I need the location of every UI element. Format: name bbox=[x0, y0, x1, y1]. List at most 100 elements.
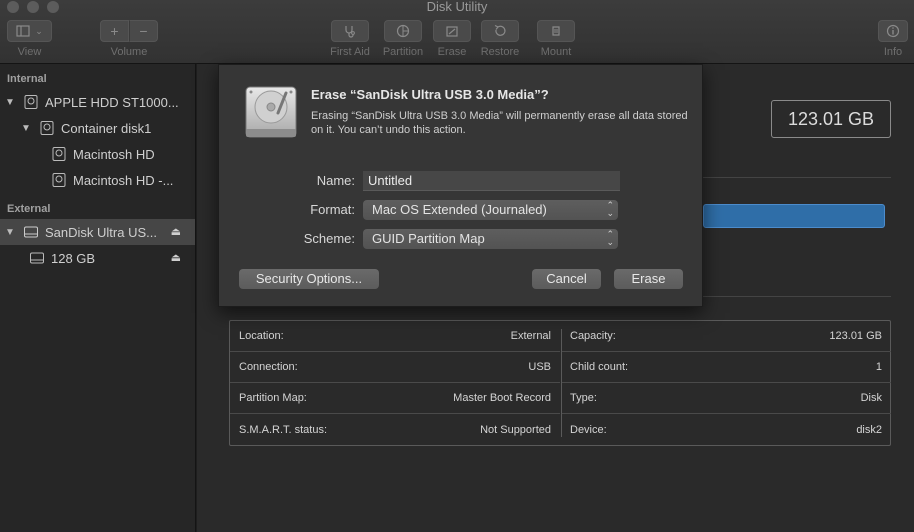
mount-label: Mount bbox=[540, 46, 572, 58]
sidebar-item-label: 128 GB bbox=[51, 250, 96, 266]
scheme-popup[interactable]: GUID Partition Map ⌃ ⌄ bbox=[363, 229, 618, 249]
sidebar-item-128gb[interactable]: 128 GB ⏏ bbox=[0, 245, 195, 271]
scheme-label: Scheme: bbox=[303, 231, 355, 246]
eraser-icon bbox=[446, 26, 458, 37]
restore-arrow-icon bbox=[494, 24, 506, 36]
toolbar: Disk Utility ⌄ View + − Volume First Aid bbox=[0, 0, 914, 64]
info-row-location: Location: External bbox=[230, 321, 560, 352]
info-label: Child count: bbox=[570, 361, 629, 373]
restore-label: Restore bbox=[480, 46, 520, 58]
view-group: ⌄ View bbox=[7, 20, 52, 58]
partition-button[interactable] bbox=[384, 20, 422, 42]
restore-button[interactable] bbox=[481, 20, 519, 42]
format-label: Format: bbox=[310, 202, 355, 217]
volume-icon bbox=[52, 173, 66, 187]
sidebar-item-container-disk1[interactable]: ▼ Container disk1 bbox=[0, 115, 195, 141]
erase-button[interactable]: Erase bbox=[614, 269, 683, 289]
updown-chevron-icon: ⌃ ⌄ bbox=[606, 229, 614, 247]
erase-toolbar-button[interactable] bbox=[433, 20, 471, 42]
name-label: Name: bbox=[316, 173, 355, 188]
sidebar-item-label: Container disk1 bbox=[61, 120, 152, 136]
volume-icon bbox=[52, 147, 66, 161]
capacity-display: 123.01 GB bbox=[771, 100, 891, 138]
info-row-type: Type: Disk bbox=[561, 383, 891, 414]
column-divider bbox=[561, 329, 562, 437]
info-row-child-count: Child count: 1 bbox=[561, 352, 891, 383]
mount-button[interactable] bbox=[537, 20, 575, 42]
info-label: Partition Map: bbox=[239, 392, 307, 404]
info-value: USB bbox=[528, 361, 551, 373]
sidebar-item-sandisk[interactable]: ▼ SanDisk Ultra US... ⏏ bbox=[0, 219, 195, 245]
info-label: Capacity: bbox=[570, 330, 616, 342]
eject-icon[interactable]: ⏏ bbox=[171, 225, 181, 238]
info-label: Location: bbox=[239, 330, 284, 342]
chevron-down-icon: ⌄ bbox=[35, 25, 43, 36]
mount-group: Mount bbox=[534, 20, 578, 58]
dialog-message: Erasing “SanDisk Ultra USB 3.0 Media” wi… bbox=[311, 110, 688, 136]
view-label: View bbox=[17, 46, 42, 58]
mount-icon bbox=[552, 26, 560, 36]
erase-group: Erase bbox=[432, 20, 472, 58]
security-options-button[interactable]: Security Options... bbox=[239, 269, 379, 289]
sidebar-item-label: Macintosh HD bbox=[73, 146, 155, 162]
view-button[interactable]: ⌄ bbox=[7, 20, 52, 42]
info-column-right: Capacity: 123.01 GB Child count: 1 Type:… bbox=[561, 321, 891, 445]
info-button[interactable] bbox=[878, 20, 908, 42]
info-label: Type: bbox=[570, 392, 597, 404]
info-label: Info bbox=[883, 46, 903, 58]
info-row-smart-status: S.M.A.R.T. status: Not Supported bbox=[230, 414, 560, 445]
info-row-capacity: Capacity: 123.01 GB bbox=[561, 321, 891, 352]
window-title: Disk Utility bbox=[426, 0, 488, 14]
format-popup[interactable]: Mac OS Extended (Journaled) ⌃ ⌄ bbox=[363, 200, 618, 220]
info-value: Disk bbox=[860, 392, 882, 404]
volume-group: + − Volume bbox=[100, 20, 158, 58]
info-value: 1 bbox=[875, 361, 882, 373]
sidebar-item-label: SanDisk Ultra US... bbox=[45, 224, 157, 240]
external-drive-icon bbox=[30, 252, 44, 264]
info-icon bbox=[886, 24, 900, 38]
scheme-value: GUID Partition Map bbox=[372, 231, 485, 246]
disclosure-triangle-icon[interactable]: ▼ bbox=[5, 227, 15, 238]
format-value: Mac OS Extended (Journaled) bbox=[372, 202, 547, 217]
info-value: Master Boot Record bbox=[453, 392, 551, 404]
partition-label: Partition bbox=[382, 46, 424, 58]
usage-bar bbox=[703, 204, 885, 228]
info-group: Info bbox=[876, 20, 910, 58]
info-value: External bbox=[510, 330, 551, 342]
restore-group: Restore bbox=[478, 20, 522, 58]
sidebar-item-apple-hdd[interactable]: ▼ APPLE HDD ST1000... bbox=[0, 89, 195, 115]
remove-volume-button[interactable]: − bbox=[129, 20, 158, 42]
first-aid-group: First Aid bbox=[326, 20, 374, 58]
info-row-connection: Connection: USB bbox=[230, 352, 560, 383]
first-aid-button[interactable] bbox=[331, 20, 369, 42]
stethoscope-icon bbox=[345, 26, 355, 38]
erase-label: Erase bbox=[437, 46, 467, 58]
info-label: Connection: bbox=[239, 361, 298, 373]
hard-drive-icon bbox=[40, 121, 54, 135]
info-label: S.M.A.R.T. status: bbox=[239, 423, 328, 436]
dialog-title: Erase “SanDisk Ultra USB 3.0 Media”? bbox=[311, 87, 549, 102]
info-table: Location: External Connection: USB Parti… bbox=[229, 320, 891, 446]
info-value: disk2 bbox=[856, 423, 882, 436]
sidebar-section-external: External bbox=[7, 203, 51, 215]
eject-icon[interactable]: ⏏ bbox=[171, 251, 181, 264]
disclosure-triangle-icon[interactable]: ▼ bbox=[21, 123, 31, 134]
external-drive-icon bbox=[24, 226, 38, 238]
volume-label: Volume bbox=[110, 46, 148, 58]
hard-drive-icon bbox=[24, 95, 38, 109]
sidebar-item-label: APPLE HDD ST1000... bbox=[45, 94, 179, 110]
info-value: 123.01 GB bbox=[829, 330, 882, 342]
name-input[interactable] bbox=[363, 171, 620, 191]
disclosure-triangle-icon[interactable]: ▼ bbox=[5, 97, 15, 108]
cancel-button[interactable]: Cancel bbox=[532, 269, 601, 289]
hard-drive-icon bbox=[245, 86, 297, 138]
info-row-partition-map: Partition Map: Master Boot Record bbox=[230, 383, 560, 414]
add-volume-button[interactable]: + bbox=[100, 20, 129, 42]
sidebar: Internal ▼ APPLE HDD ST1000... ▼ Contain… bbox=[0, 64, 196, 532]
sidebar-item-label: Macintosh HD -... bbox=[73, 172, 174, 188]
pie-chart-icon bbox=[396, 24, 410, 38]
sidebar-item-macintosh-hd-data[interactable]: Macintosh HD -... bbox=[0, 167, 195, 193]
sidebar-section-internal: Internal bbox=[7, 73, 47, 85]
sidebar-item-macintosh-hd[interactable]: Macintosh HD bbox=[0, 141, 195, 167]
info-row-device: Device: disk2 bbox=[561, 414, 891, 445]
